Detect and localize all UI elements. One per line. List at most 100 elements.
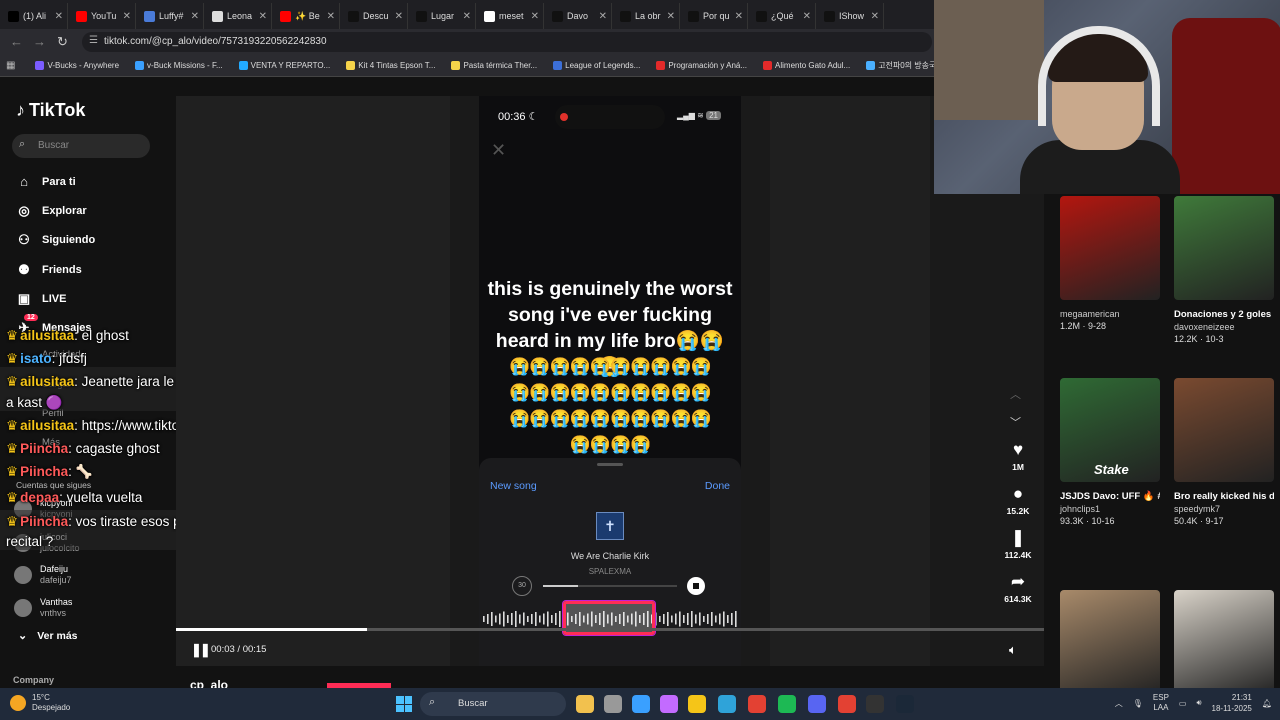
taskbar-search[interactable]: ⌕ Buscar [420, 692, 566, 716]
bookmark-action[interactable]: ❚ 112.4K [1000, 528, 1036, 560]
close-tab-icon[interactable]: ✕ [871, 11, 879, 22]
address-toolbar: ← → ↻ ☰ tiktok.com/@cp_alo/video/7573193… [0, 29, 934, 55]
bookmark-item[interactable]: League of Legends... [547, 61, 646, 70]
video-frame[interactable]: 00:36 ☾ ▂▄▆ ≋ 21 ✕ this is genuinely the… [479, 96, 741, 666]
file-explorer-icon[interactable] [576, 695, 594, 713]
chat-text: : jfdsfj [51, 351, 87, 366]
following-account[interactable]: Vanthas vnthvs [14, 597, 72, 619]
sidebar-item-live[interactable]: ▣ LIVE [16, 291, 67, 307]
close-tab-icon[interactable]: ✕ [463, 11, 471, 22]
related-video-card[interactable] [1060, 590, 1160, 694]
close-tab-icon[interactable]: ✕ [259, 11, 267, 22]
waveform-bar [727, 615, 729, 623]
sidebar-item-siguiendo[interactable]: ⚇ Siguiendo [16, 232, 95, 248]
bookmark-item[interactable]: Kit 4 Tintas Epson T... [340, 61, 441, 70]
speaker-icon[interactable]: 🔊︎ [1196, 698, 1201, 708]
previous-video-icon[interactable]: ︿ [1010, 386, 1021, 402]
browser-tab[interactable]: IShow ✕ [816, 3, 884, 29]
edge-icon[interactable] [718, 695, 736, 713]
browser-tab[interactable]: YouTu ✕ [68, 3, 136, 29]
close-tab-icon[interactable]: ✕ [55, 11, 63, 22]
chevron-up-icon[interactable]: ︿ [1115, 698, 1123, 709]
browser-tab[interactable]: Luffy# ✕ [136, 3, 204, 29]
close-tab-icon[interactable]: ✕ [191, 11, 199, 22]
sun-icon [10, 695, 26, 711]
close-tab-icon[interactable]: ✕ [735, 11, 743, 22]
bookmarks-bar: ▦ V-Bucks - Anywhere v-Buck Missions - F.… [0, 55, 936, 77]
reload-icon[interactable]: ↻ [57, 34, 68, 50]
start-button[interactable] [396, 696, 412, 712]
related-video-card[interactable]: Donaciones y 2 goles del Madrid e... davo… [1174, 196, 1274, 344]
taskview-icon[interactable] [604, 695, 622, 713]
folder-icon[interactable] [688, 695, 706, 713]
bookmark-item[interactable]: VENTA Y REPARTO... [233, 61, 337, 70]
browser-tab[interactable]: La obr ✕ [612, 3, 680, 29]
waveform-bar [559, 611, 561, 627]
related-video-card[interactable]: megaamerican 1.2M · 9-28 [1060, 196, 1160, 331]
company-link[interactable]: Company [13, 675, 54, 685]
waveform-bar [495, 615, 497, 623]
close-tab-icon[interactable]: ✕ [123, 11, 131, 22]
browser-tab[interactable]: Lugar ✕ [408, 3, 476, 29]
comment-action[interactable]: ● 15.2K [1000, 484, 1036, 516]
browser-tab[interactable]: Davo ✕ [544, 3, 612, 29]
bookmark-item[interactable]: Alimento Gato Adul... [757, 61, 856, 70]
back-icon[interactable]: ← [10, 34, 23, 49]
video-progress-bar[interactable] [176, 628, 1044, 631]
close-tab-icon[interactable]: ✕ [667, 11, 675, 22]
network-icon[interactable]: ▭ [1179, 699, 1187, 708]
browser-tab[interactable]: Por qu ✕ [680, 3, 748, 29]
tiktok-logo[interactable]: ♪ TikTok [16, 100, 85, 121]
bookmark-item[interactable]: Pasta térmica Ther... [445, 61, 543, 70]
spotify-icon[interactable] [778, 695, 796, 713]
microphone-icon[interactable]: 🎙︎ [1133, 699, 1143, 708]
browser-tab[interactable]: ✨ Be ✕ [272, 3, 340, 29]
bookmark-item[interactable]: v-Buck Missions - F... [129, 61, 229, 70]
search-input[interactable]: ⌕ Buscar [12, 134, 150, 158]
copilot-icon[interactable] [660, 695, 678, 713]
store-icon[interactable] [632, 695, 650, 713]
sidebar-item-friends[interactable]: ⚉ Friends [16, 262, 82, 278]
related-video-card[interactable] [1174, 590, 1274, 694]
url-bar[interactable]: ☰ tiktok.com/@cp_alo/video/7573193220562… [82, 32, 932, 52]
pause-button[interactable]: ❚❚ [191, 642, 211, 658]
related-video-card[interactable]: Stake JSJDS Davo: UFF 🔥 #davoxeneize #dav… [1060, 378, 1160, 526]
browser-tab[interactable]: (1) Ali ✕ [0, 3, 68, 29]
sidebar-item-label: Friends [42, 264, 82, 276]
input-language[interactable]: ESP LAA [1153, 693, 1169, 713]
bookmark-label: v-Buck Missions - F... [147, 61, 223, 70]
heart-action[interactable]: ♥ 1M [1000, 440, 1036, 472]
close-tab-icon[interactable]: ✕ [531, 11, 539, 22]
browser-tab[interactable]: Descu ✕ [340, 3, 408, 29]
chrome-active-icon[interactable] [838, 695, 856, 713]
browser-tab[interactable]: Leona ✕ [204, 3, 272, 29]
bookmark-item[interactable]: 고전파0의 방송국 [860, 60, 942, 71]
share-action[interactable]: ➦ 614.3K [1000, 572, 1036, 604]
weather-widget[interactable]: 15°C Despejado [10, 693, 70, 713]
steam-icon[interactable] [896, 695, 914, 713]
browser-tab[interactable]: meset ✕ [476, 3, 544, 29]
forward-icon[interactable]: → [33, 34, 46, 49]
sidebar-item-explorar[interactable]: ◎ Explorar [16, 203, 86, 219]
next-video-icon[interactable]: ﹀ [1010, 414, 1021, 430]
sidebar-item-para-ti[interactable]: ⌂ Para ti [16, 174, 76, 189]
discord-icon[interactable] [808, 695, 826, 713]
obs-icon[interactable] [866, 695, 884, 713]
friends-icon: ⚉ [18, 262, 30, 277]
related-video-card[interactable]: Bro really kicked his dad 😨 ... speedymk7… [1174, 378, 1274, 526]
close-tab-icon[interactable]: ✕ [395, 11, 403, 22]
following-account[interactable]: Dafeiju dafeiju7 [14, 564, 72, 586]
browser-tab[interactable]: ¿Qué ✕ [748, 3, 816, 29]
bookmark-item[interactable]: Programación y Aná... [650, 61, 753, 70]
see-more-button[interactable]: ⌄ Ver más [18, 629, 78, 643]
site-info-icon[interactable]: ☰ [89, 35, 98, 46]
clock[interactable]: 21:31 18-11-2025 [1212, 692, 1252, 714]
close-tab-icon[interactable]: ✕ [803, 11, 811, 22]
chrome-icon[interactable] [748, 695, 766, 713]
apps-grid-icon[interactable]: ▦ [6, 60, 15, 71]
close-tab-icon[interactable]: ✕ [599, 11, 607, 22]
notifications-icon[interactable]: 🔔︎ [1262, 699, 1272, 708]
close-tab-icon[interactable]: ✕ [327, 11, 335, 22]
volume-icon[interactable]: 🔈︎ [1009, 642, 1017, 658]
bookmark-item[interactable]: V-Bucks - Anywhere [29, 61, 125, 70]
